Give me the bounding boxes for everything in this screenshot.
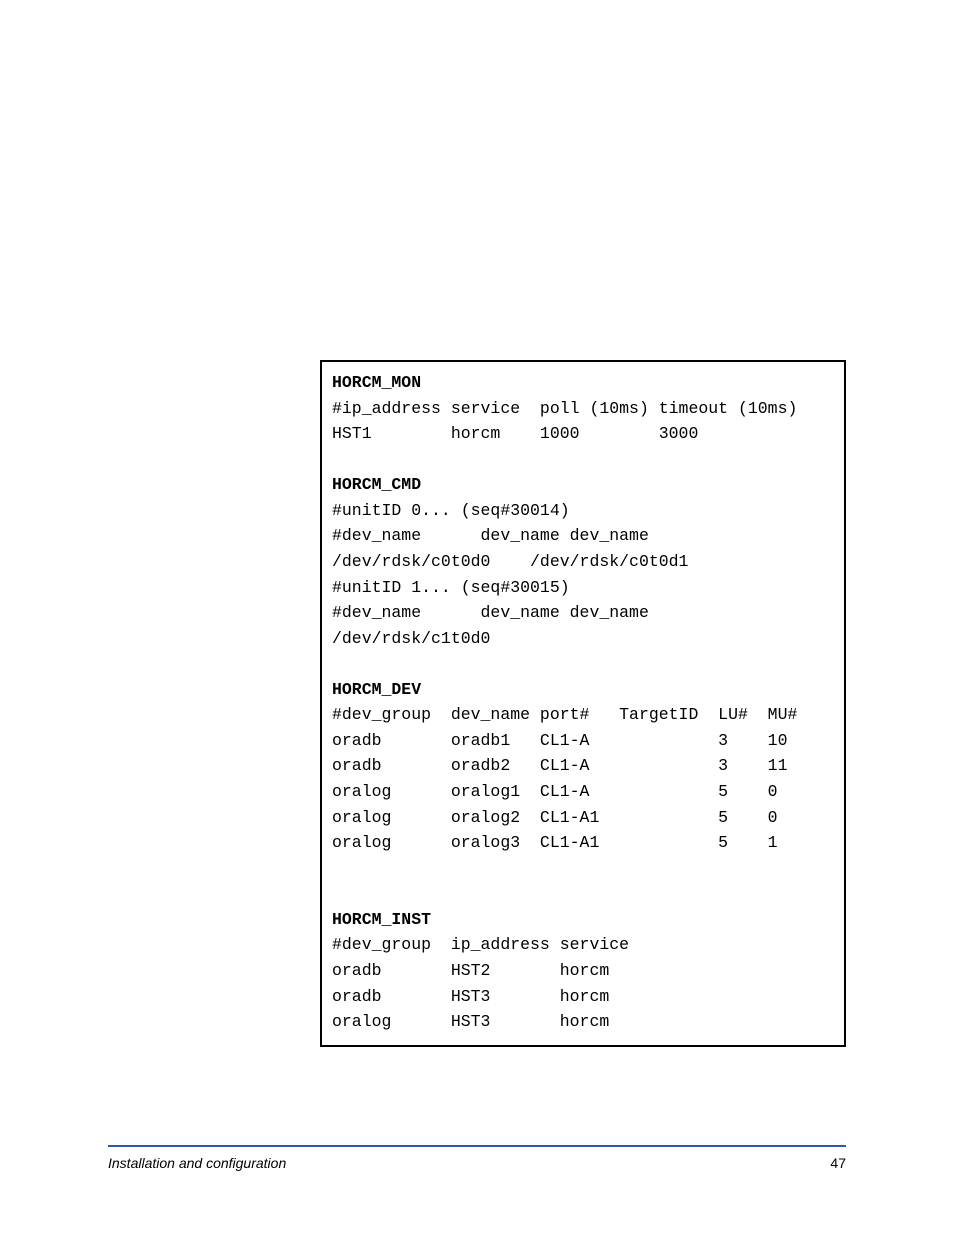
cmd-line-2: /dev/rdsk/c0t0d0 /dev/rdsk/c0t0d1 xyxy=(332,552,688,571)
page: HORCM_MON #ip_address service poll (10ms… xyxy=(0,0,954,1235)
config-file-block: HORCM_MON #ip_address service poll (10ms… xyxy=(320,360,846,1047)
mon-line-1: HST1 horcm 1000 3000 xyxy=(332,424,698,443)
inst-line-0: #dev_group ip_address service xyxy=(332,935,629,954)
dev-line-2: oradb oradb2 CL1-A 3 11 xyxy=(332,756,787,775)
dev-line-1: oradb oradb1 CL1-A 3 10 xyxy=(332,731,787,750)
cmd-line-1: #dev_name dev_name dev_name xyxy=(332,526,649,545)
mon-line-0: #ip_address service poll (10ms) timeout … xyxy=(332,399,797,418)
dev-line-4: oralog oralog2 CL1-A1 5 0 xyxy=(332,808,778,827)
cmd-line-4: #dev_name dev_name dev_name xyxy=(332,603,649,622)
section-heading-mon: HORCM_MON xyxy=(332,373,421,392)
footer-title: Installation and configuration xyxy=(108,1155,286,1171)
section-heading-inst: HORCM_INST xyxy=(332,910,431,929)
section-heading-dev: HORCM_DEV xyxy=(332,680,421,699)
cmd-line-5: /dev/rdsk/c1t0d0 xyxy=(332,629,490,648)
cmd-line-0: #unitID 0... (seq#30014) xyxy=(332,501,570,520)
dev-line-5: oralog oralog3 CL1-A1 5 1 xyxy=(332,833,778,852)
inst-line-2: oradb HST3 horcm xyxy=(332,987,609,1006)
dev-line-3: oralog oralog1 CL1-A 5 0 xyxy=(332,782,778,801)
page-footer: Installation and configuration 47 xyxy=(108,1145,846,1173)
section-heading-cmd: HORCM_CMD xyxy=(332,475,421,494)
dev-line-0: #dev_group dev_name port# TargetID LU# M… xyxy=(332,705,797,724)
inst-line-3: oralog HST3 horcm xyxy=(332,1012,609,1031)
cmd-line-3: #unitID 1... (seq#30015) xyxy=(332,578,570,597)
inst-line-1: oradb HST2 horcm xyxy=(332,961,609,980)
page-number: 47 xyxy=(830,1155,846,1171)
